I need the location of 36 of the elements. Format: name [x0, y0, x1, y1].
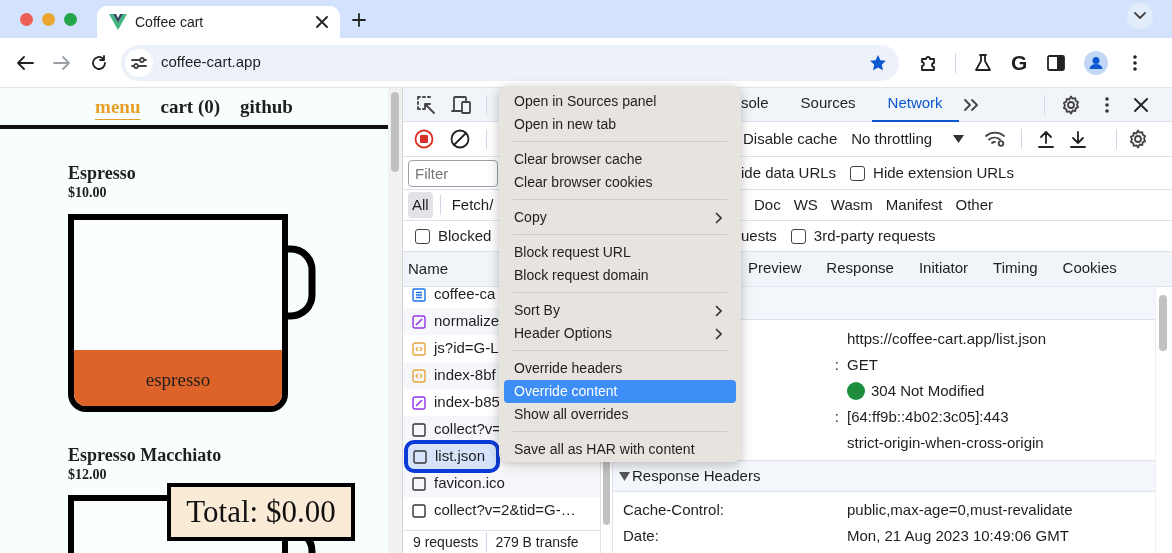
request-name: collect?v=2&tid=G-… — [434, 500, 576, 521]
header-value: [64:ff9b::4b02:3c05]:443 — [847, 406, 1009, 427]
request-name: list.json — [435, 446, 486, 467]
status-text: 279 B transfe — [495, 532, 579, 552]
product-name: Espresso — [68, 162, 137, 184]
request-name: normalize — [434, 311, 500, 332]
status-text: 9 requests — [413, 532, 479, 552]
header-name: : — [834, 407, 839, 425]
checkbox-label: Hide extension URLs — [873, 162, 1014, 183]
url-text: coffee-cart.app — [161, 52, 261, 73]
request-name: favicon.ico — [434, 473, 505, 494]
disable-cache-label: Disable cache — [743, 128, 838, 149]
request-name: js?id=G-L — [434, 338, 499, 359]
request-name: coffee-ca — [434, 287, 496, 305]
product-price: $12.00 — [68, 466, 108, 484]
header-name: Cache-Control: — [623, 500, 724, 518]
header-value: 304 Not Modified — [871, 380, 985, 401]
checkbox-label: uests — [741, 225, 777, 246]
request-name: index-8bf — [434, 365, 496, 386]
header-value: GET — [847, 354, 878, 375]
header-value: strict-origin-when-cross-origin — [847, 432, 1044, 453]
section-title: Response Headers — [632, 465, 761, 486]
tab-title: Coffee cart — [135, 12, 204, 32]
header-name: Date: — [623, 526, 659, 544]
header-value: public,max-age=0,must-revalidate — [847, 499, 1073, 520]
product-price: $10.00 — [68, 184, 108, 202]
header-value: https://coffee-cart.app/list.json — [847, 328, 1046, 349]
header-value: Mon, 21 Aug 2023 10:49:06 GMT — [847, 525, 1069, 546]
checkbox-label: 3rd-party requests — [813, 225, 936, 246]
header-name: : — [834, 355, 839, 373]
checkbox-label: Blocked — [438, 225, 492, 246]
request-name: collect?v= — [434, 419, 502, 440]
checkbox-label: ide data URLs — [741, 162, 837, 183]
ingredient-label: espresso — [145, 367, 211, 392]
product-name: Espresso Macchiato — [68, 444, 223, 466]
request-name: index-b85 — [434, 392, 500, 413]
